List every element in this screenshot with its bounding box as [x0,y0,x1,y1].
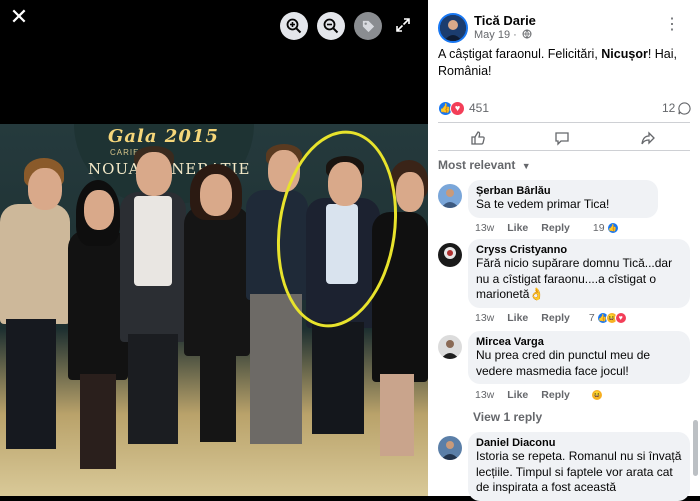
comment-bubble: Mircea Varga Nu prea cred din punctul me… [468,331,690,384]
love-reaction-icon: ♥ [614,312,627,324]
comment-text: Istoria se repeta. Romanul nu si învață … [476,449,682,494]
post-date-text[interactable]: May 19 · [474,29,517,41]
comment-count-text: 12 [662,101,676,115]
divider [438,150,690,151]
laugh-reaction-icon: 😆 [590,389,603,401]
zoom-out-icon [323,18,339,34]
post-text-part1: A câștigat faraonul. Felicitări, [438,47,602,61]
avatar[interactable] [438,184,462,208]
post-author[interactable]: Tică Darie [474,13,536,28]
more-options-icon[interactable]: ⋮ [664,14,681,34]
comment-meta: 13w Like Reply 19 👍 [475,222,619,234]
comment-reaction-count: 7 [588,312,595,324]
comment-text: Fără nicio supărare domnu Tică...dar nu … [476,256,673,301]
comment-text: Sa te vedem primar Tica! [476,197,610,211]
comment-bubble-icon [678,101,691,115]
zoom-out-button[interactable] [317,12,345,40]
reply-button[interactable]: Reply [541,389,570,401]
globe-icon [522,29,532,39]
reaction-summary[interactable]: 👍 ♥ 451 [438,100,489,116]
comment-reaction-count: 19 [592,222,605,234]
reply-button[interactable]: Reply [541,222,570,234]
comment-meta: 13w Like Reply 😆 [475,389,603,401]
avatar[interactable] [438,335,462,359]
comment-bubble: Daniel Diaconu Istoria se repeta. Romanu… [468,432,690,501]
share-action-icon[interactable] [640,130,656,146]
comment-author[interactable]: Șerban Bârlău [476,185,650,197]
like-reaction-icon: 👍 [606,222,619,234]
post-text: A câștigat faraonul. Felicitări, Nicușor… [438,46,688,80]
comment-author[interactable]: Mircea Varga [476,336,682,348]
comment-time[interactable]: 13w [475,389,494,401]
like-button[interactable]: Like [507,312,528,324]
expand-icon[interactable] [394,16,412,34]
comment-time[interactable]: 13w [475,222,494,234]
comment-count[interactable]: 12 [662,101,691,115]
comment-meta: 13w Like Reply 7 👍 😆 ♥ [475,312,627,324]
tag-button[interactable] [354,12,382,40]
comment-reactions[interactable]: 😆 [590,389,603,401]
love-reaction-icon: ♥ [450,100,465,116]
comment-author[interactable]: Cryss Cristyanno [476,244,682,256]
tag-icon [362,20,374,32]
avatar[interactable] [438,243,462,267]
post-text-mention[interactable]: Nicușor [601,47,648,61]
comment-bubble: Cryss Cristyanno Fără nicio supărare dom… [468,239,690,308]
comment-bubble: Șerban Bârlău Sa te vedem primar Tica! [468,180,658,218]
banner-title: Gala 2015 [108,126,219,147]
like-button[interactable]: Like [507,222,528,234]
comment-reactions[interactable]: 19 👍 [593,222,619,234]
comment-reactions[interactable]: 7 👍 😆 ♥ [589,312,627,324]
comment-author[interactable]: Daniel Diaconu [476,437,682,449]
view-replies-link[interactable]: View 1 reply [473,410,542,424]
photo-viewer: ✕ Gala 2015 CARIERE NOUA GENERATIE [0,0,428,496]
reaction-count: 451 [469,101,490,115]
divider [438,122,690,123]
zoom-in-button[interactable] [280,12,308,40]
zoom-in-icon [286,18,302,34]
avatar[interactable] [438,13,468,43]
comment-time[interactable]: 13w [475,312,494,324]
scrollbar[interactable] [693,420,698,476]
comment-action-icon[interactable] [554,130,570,146]
post-date: May 19 · [474,29,532,41]
reply-button[interactable]: Reply [541,312,570,324]
chevron-down-icon: ▼ [521,161,531,171]
comment-sort-dropdown[interactable]: Most relevant ▼ [438,158,531,172]
like-button[interactable]: Like [507,389,528,401]
sort-label: Most relevant [438,158,516,172]
avatar[interactable] [438,436,462,460]
close-icon[interactable]: ✕ [8,6,30,28]
comment-text: Nu prea cred din punctul meu de vedere m… [476,348,651,378]
like-action-icon[interactable] [470,130,486,146]
